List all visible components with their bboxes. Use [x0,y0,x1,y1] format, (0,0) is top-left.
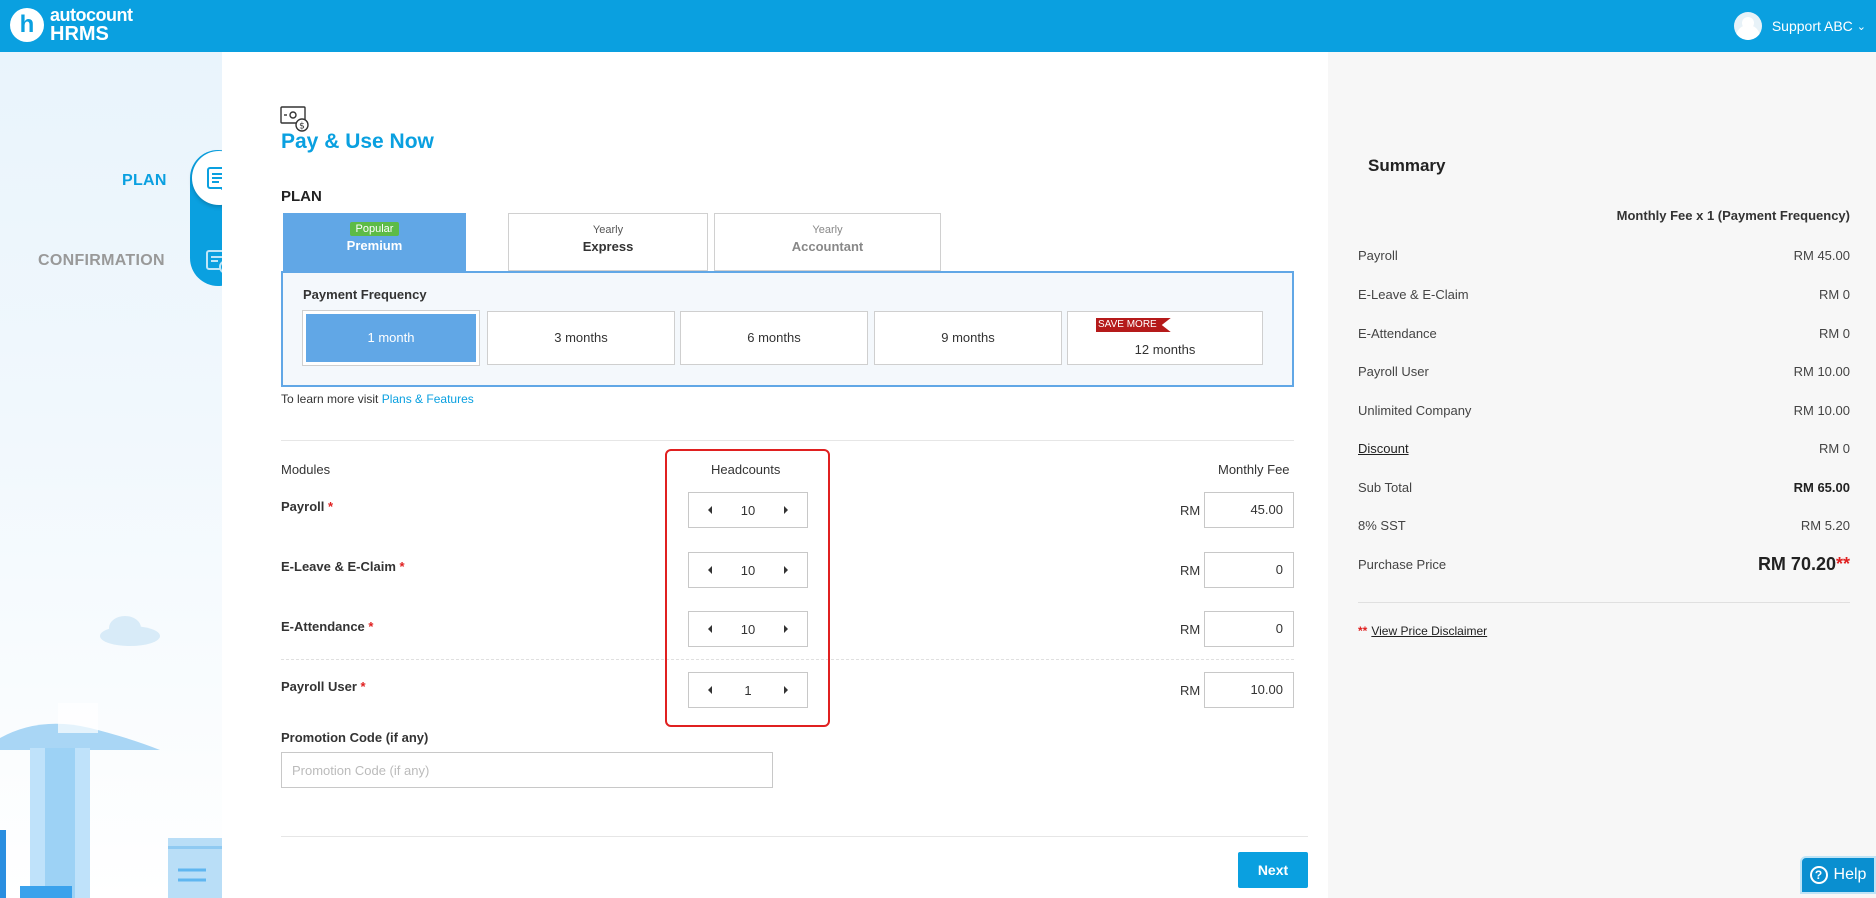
logo-line1: autocount [50,5,133,25]
summary-subtitle: Monthly Fee x 1 (Payment Frequency) [1616,208,1850,223]
frequency-label: 12 months [1134,342,1196,357]
module-name-eleave-eclaim: E-Leave & E-Claim * [281,559,405,574]
payment-frequency-title: Payment Frequency [303,287,427,302]
confirmation-step-icon [200,242,222,280]
logo-mark: h [10,8,44,42]
main-content: $ Pay & Use Now PLAN Popular Premium Yea… [222,52,1328,898]
currency-label: RM [1180,683,1201,698]
plans-features-link[interactable]: Plans & Features [382,392,474,406]
plan-heading: PLAN [281,188,322,205]
divider [1358,602,1850,603]
step-confirmation-label: CONFIRMATION [38,252,165,269]
plan-period: Yearly [592,224,624,236]
user-menu[interactable]: Support ABC ⌄ [1733,12,1866,40]
logo-line2: HRMS [50,23,109,45]
summary-row-payroll-user: Payroll User RM 10.00 [1358,364,1850,379]
module-name-payroll-user: Payroll User * [281,679,366,694]
discount-link[interactable]: Discount [1358,441,1409,456]
monthly-fee-payroll-user: 10.00 [1204,672,1294,708]
avatar [1733,12,1762,40]
purchase-price-row: Purchase Price RM 70.20** [1358,554,1850,575]
modules-header: Modules [281,462,331,477]
summary-row-eleave-eclaim: E-Leave & E-Claim RM 0 [1358,287,1850,302]
module-name-eattendance: E-Attendance * [281,619,374,634]
city-illustration [0,616,222,898]
summary-title: Summary [1368,156,1446,175]
currency-label: RM [1180,622,1201,637]
summary-row-sst: 8% SST RM 5.20 [1358,518,1850,533]
summary-row-eattendance: E-Attendance RM 0 [1358,326,1850,341]
monthly-fee-header: Monthly Fee [1218,462,1290,477]
monthly-fee-eleave-eclaim: 0 [1204,552,1294,588]
plan-period: Yearly [812,224,843,236]
step-plan-label: PLAN [122,172,167,189]
frequency-option-1-month[interactable]: 1 month [302,310,480,366]
plan-name: Premium [346,238,403,253]
price-disclaimer: ** View Price Disclaimer [1358,624,1488,638]
monthly-fee-payroll: 45.00 [1204,492,1294,528]
summary-row-payroll: Payroll RM 45.00 [1358,248,1850,263]
summary-panel: Summary Monthly Fee x 1 (Payment Frequen… [1328,52,1876,898]
top-bar: h autocount HRMS Support ABC ⌄ [0,0,1876,52]
promotion-code-label: Promotion Code (if any) [281,730,429,745]
required-mark: * [368,619,374,634]
currency-label: RM [1180,503,1201,518]
help-button[interactable]: ? Help [1800,856,1876,894]
frequency-option-9-months[interactable]: 9 months [874,311,1062,365]
view-price-disclaimer-link[interactable]: View Price Disclaimer [1371,624,1487,638]
headcounts-highlight-box [665,449,830,727]
module-name-payroll: Payroll * [281,499,334,514]
user-name: Support ABC [1771,18,1853,34]
divider [281,440,1294,441]
next-button[interactable]: Next [1238,852,1308,888]
plan-tab-premium[interactable]: Popular Premium [283,213,466,271]
help-label: Help [1833,866,1867,883]
plan-name: Express [582,239,634,254]
plan-tab-express[interactable]: Yearly Express [508,213,708,271]
question-icon: ? [1809,866,1828,884]
page-title: Pay & Use Now [281,130,434,153]
summary-row-subtotal: Sub Total RM 65.00 [1358,480,1850,495]
required-mark: * [360,679,366,694]
learn-more-text: To learn more visit Plans & Features [281,392,474,406]
summary-row-discount: Discount RM 0 [1358,441,1850,456]
chevron-down-icon: ⌄ [1856,20,1866,33]
autocount-hrms-logo[interactable]: h autocount HRMS [10,6,133,44]
frequency-option-3-months[interactable]: 3 months [487,311,675,365]
required-mark: * [327,499,334,514]
summary-row-unlimited-company: Unlimited Company RM 10.00 [1358,403,1850,418]
step-sidebar: PLAN CONFIRMATION [0,52,222,898]
payment-frequency-panel: Payment Frequency 1 month 3 months 6 mon… [281,271,1294,387]
purchase-price-label: Purchase Price [1358,557,1447,572]
plan-tab-accountant[interactable]: Yearly Accountant [714,213,941,271]
popular-badge: Popular [349,222,400,236]
purchase-price-value: RM 70.20** [1757,554,1850,574]
divider [281,836,1308,837]
frequency-option-6-months[interactable]: 6 months [680,311,868,365]
currency-label: RM [1180,563,1201,578]
monthly-fee-eattendance: 0 [1204,611,1294,647]
required-mark: * [399,559,405,574]
promotion-code-input[interactable] [281,752,773,788]
frequency-option-12-months[interactable]: SAVE MORE 12 months [1067,311,1263,365]
plan-name: Accountant [791,239,864,254]
